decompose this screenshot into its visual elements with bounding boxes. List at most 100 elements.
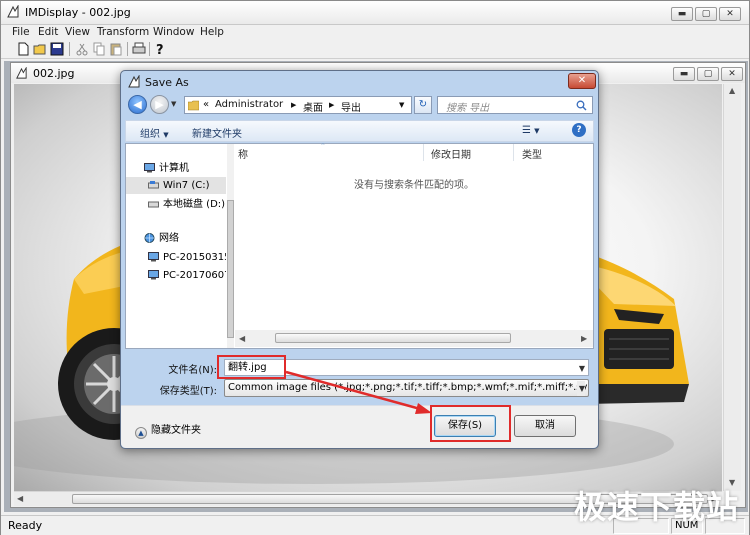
filetype-value: Common image files (*.jpg;*.png;*.tif;*.… <box>228 382 588 393</box>
breadcrumb-export[interactable]: 导出 <box>341 99 361 114</box>
cut-icon[interactable] <box>74 41 90 57</box>
pc-icon <box>148 270 159 280</box>
column-header-name[interactable]: 称 <box>238 146 248 161</box>
filetype-select[interactable]: Common image files (*.jpg;*.png;*.tif;*.… <box>224 379 589 397</box>
address-overflow[interactable]: « <box>203 99 209 110</box>
svg-text:?: ? <box>156 43 164 57</box>
forward-button[interactable]: ▶ <box>150 95 169 114</box>
tree-item-pc-2[interactable]: PC-20170607W <box>126 267 226 284</box>
file-list-horizontal-scrollbar[interactable]: ◀ ▶ <box>235 330 593 347</box>
column-header-type[interactable]: 类型 <box>522 146 542 161</box>
tree-item-d-drive[interactable]: 本地磁盘 (D:) <box>126 196 226 213</box>
column-divider[interactable] <box>423 144 424 161</box>
address-dropdown-icon[interactable]: ▼ <box>399 101 404 109</box>
column-divider[interactable] <box>513 144 514 161</box>
sort-chevron-icon: ⌃ <box>320 142 326 150</box>
tree-label: Win7 (C:) <box>163 180 210 191</box>
scroll-right-icon[interactable]: ▶ <box>581 334 587 343</box>
refresh-button[interactable]: ↻ <box>414 96 432 114</box>
file-list[interactable]: 称 ⌃ 修改日期 类型 没有与搜索条件匹配的项。 ◀ ▶ <box>235 142 593 348</box>
imdisplay-logo-icon <box>16 67 27 79</box>
file-list-scroll-thumb[interactable] <box>275 333 511 343</box>
tree-item-c-drive[interactable]: Win7 (C:) <box>126 177 226 194</box>
back-button[interactable]: ◀ <box>128 95 147 114</box>
watermark-logo: 极速下载站 <box>574 488 740 526</box>
command-bar: 组织 ▼ 新建文件夹 ☰ ▼ ? <box>125 120 594 142</box>
tree-label: 网络 <box>159 233 179 244</box>
tree-label: 计算机 <box>159 163 189 174</box>
breadcrumb-desktop[interactable]: 桌面 <box>303 99 323 114</box>
hide-folders-toggle[interactable]: ▲ 隐藏文件夹 <box>135 421 201 439</box>
filename-dropdown-icon[interactable]: ▼ <box>579 361 585 376</box>
dialog-titlebar[interactable]: Save As ✕ <box>121 71 598 93</box>
toolbar-separator <box>127 42 128 56</box>
breadcrumb-administrator[interactable]: Administrator <box>215 99 283 110</box>
organize-button[interactable]: 组织 ▼ <box>140 125 169 140</box>
network-icon <box>144 233 155 243</box>
menu-help[interactable]: Help <box>200 25 224 39</box>
child-close-button[interactable]: ✕ <box>721 67 743 81</box>
navigation-bar: ◀ ▶ ▼ « Administrator ▶ 桌面 ▶ 导出 ▼ ↻ 搜索 导… <box>121 93 598 117</box>
search-input[interactable]: 搜索 导出 <box>437 96 593 114</box>
search-placeholder: 搜索 导出 <box>446 103 490 114</box>
menu-window[interactable]: Window <box>153 25 194 39</box>
file-browser: 计算机 Win7 (C:) 本地磁盘 (D:) 网络 PC-2015031515… <box>125 142 594 349</box>
menu-transform[interactable]: Transform <box>97 25 149 39</box>
menu-file[interactable]: File <box>12 25 30 39</box>
close-button[interactable]: ✕ <box>719 7 741 21</box>
new-folder-button[interactable]: 新建文件夹 <box>192 125 242 140</box>
tree-label: 本地磁盘 (D:) <box>163 199 226 210</box>
tree-item-pc-1[interactable]: PC-20150315153 <box>126 249 226 266</box>
scroll-left-icon[interactable]: ◀ <box>239 334 245 343</box>
breadcrumb-separator-icon[interactable]: ▶ <box>329 101 334 109</box>
menu-bar: File Edit View Transform Window Help <box>1 25 749 39</box>
imdisplay-logo-icon <box>7 5 19 18</box>
maximize-button[interactable]: ▢ <box>695 7 717 21</box>
recent-locations-icon[interactable]: ▼ <box>171 100 176 108</box>
cancel-button[interactable]: 取消 <box>514 415 576 437</box>
open-folder-icon[interactable] <box>32 41 48 57</box>
empty-list-message: 没有与搜索条件匹配的项。 <box>354 180 474 191</box>
vertical-scrollbar[interactable]: ▲ ▼ <box>723 84 741 491</box>
save-as-dialog: Save As ✕ ◀ ▶ ▼ « Administrator ▶ 桌面 ▶ 导… <box>120 70 599 449</box>
toolbar: ? <box>1 40 749 59</box>
view-options-icon[interactable]: ☰ ▼ <box>522 125 540 136</box>
imdisplay-logo-icon <box>128 75 140 88</box>
filetype-dropdown-icon[interactable]: ▼ <box>576 381 585 396</box>
toolbar-separator <box>149 42 150 56</box>
breadcrumb-separator-icon[interactable]: ▶ <box>291 101 296 109</box>
filetype-label: 保存类型(T): <box>159 386 217 397</box>
navigation-scroll-thumb[interactable] <box>227 200 234 338</box>
tree-item-computer[interactable]: 计算机 <box>126 160 226 177</box>
tree-label: PC-20150315153 <box>163 252 226 263</box>
toolbar-separator <box>69 42 70 56</box>
minimize-button[interactable]: ▬ <box>671 7 693 21</box>
navigation-pane-scrollbar[interactable] <box>227 144 234 348</box>
help-icon[interactable]: ? <box>572 123 586 137</box>
child-title: 002.jpg <box>33 67 75 80</box>
scroll-up-icon[interactable]: ▲ <box>729 86 735 95</box>
address-bar[interactable]: « Administrator ▶ 桌面 ▶ 导出 ▼ <box>184 96 412 114</box>
pc-icon <box>148 252 159 262</box>
new-file-icon[interactable] <box>15 41 31 57</box>
save-icon[interactable] <box>49 41 65 57</box>
dialog-close-button[interactable]: ✕ <box>568 73 596 89</box>
child-minimize-button[interactable]: ▬ <box>673 67 695 81</box>
menu-view[interactable]: View <box>65 25 90 39</box>
app-titlebar[interactable]: IMDisplay - 002.jpg ▬ ▢ ✕ <box>1 1 749 25</box>
column-header-modified[interactable]: 修改日期 <box>431 146 471 161</box>
scroll-left-icon[interactable]: ◀ <box>17 494 23 503</box>
folder-icon <box>188 100 199 111</box>
organize-label: 组织 <box>140 129 160 140</box>
paste-icon[interactable] <box>108 41 124 57</box>
drive-icon <box>148 201 159 208</box>
copy-icon[interactable] <box>91 41 107 57</box>
tree-item-network[interactable]: 网络 <box>126 230 226 247</box>
menu-edit[interactable]: Edit <box>38 25 58 39</box>
status-text: Ready <box>8 519 43 532</box>
child-maximize-button[interactable]: ▢ <box>697 67 719 81</box>
help-icon[interactable]: ? <box>152 41 168 57</box>
print-icon[interactable] <box>131 41 147 57</box>
chevron-down-icon: ▼ <box>163 131 169 139</box>
chevron-up-icon: ▲ <box>135 427 147 439</box>
